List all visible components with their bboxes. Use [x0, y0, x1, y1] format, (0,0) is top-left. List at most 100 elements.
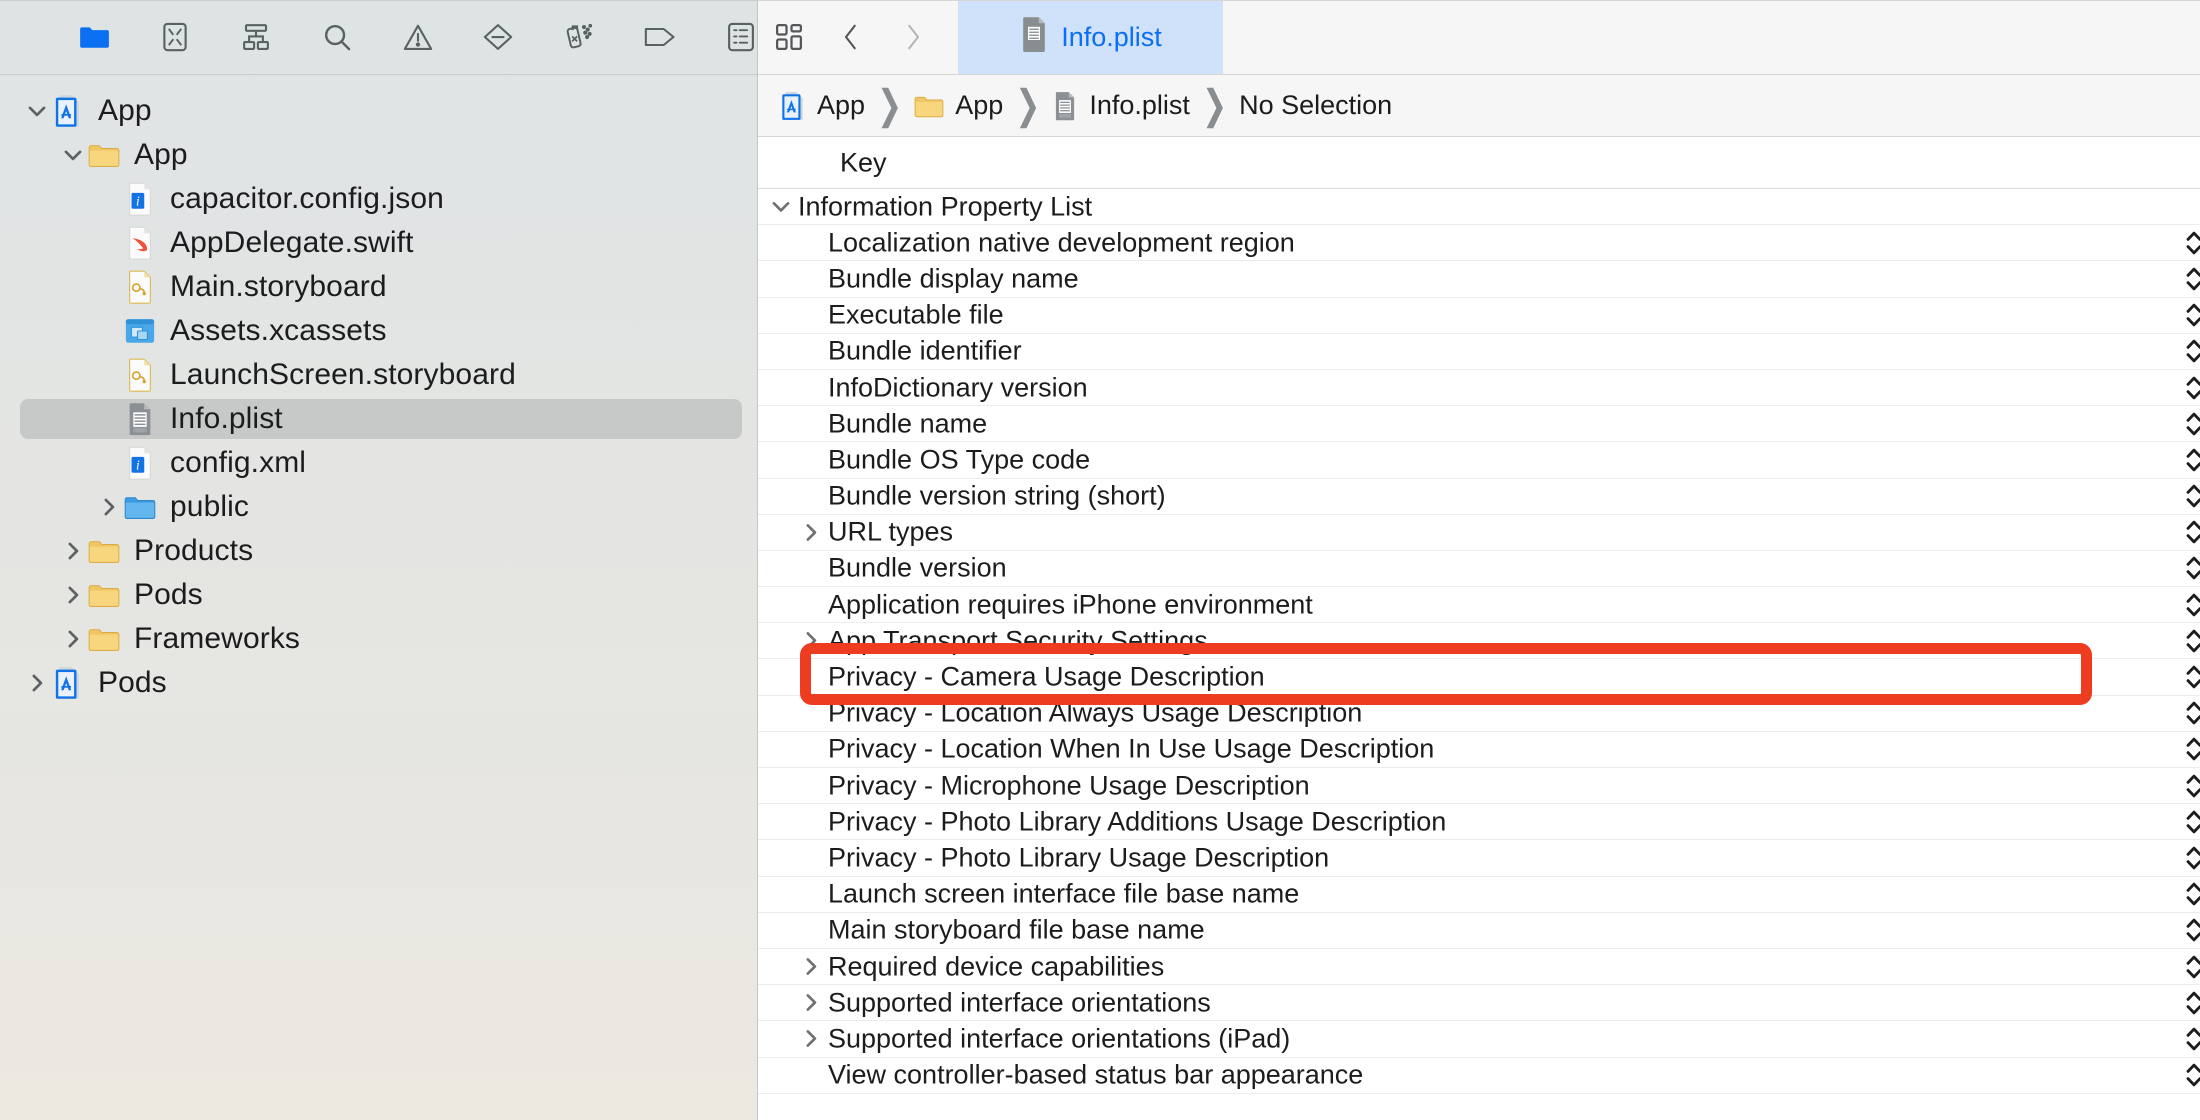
plist-row[interactable]: App Transport Security SettingsDictionar… [758, 623, 2200, 660]
plist-row[interactable]: Supported interface orientationsArray(3 … [758, 985, 2200, 1022]
plist-row[interactable]: URL typesArray(1 item) [758, 514, 2200, 551]
tree-item-assets-xcassets[interactable]: Assets.xcassets [0, 309, 757, 353]
plist-key-cell[interactable]: Bundle name [758, 408, 987, 439]
plist-row[interactable]: Launch screen interface file base nameSt… [758, 876, 2200, 913]
type-stepper-icon[interactable] [2183, 952, 2200, 982]
project-navigator-icon[interactable] [78, 20, 111, 54]
type-stepper-icon[interactable] [2183, 373, 2200, 403]
type-stepper-icon[interactable] [2183, 626, 2200, 656]
chevron-down-icon[interactable] [58, 140, 88, 170]
plist-row[interactable]: Main storyboard file base nameStringMain [758, 912, 2200, 949]
plist-row[interactable]: Bundle version string (short)String1.0 [758, 478, 2200, 515]
plist-row[interactable]: Application requires iPhone environmentB… [758, 587, 2200, 624]
breakpoint-navigator-icon[interactable] [643, 20, 676, 54]
tree-item-main-storyboard[interactable]: Main.storyboard [0, 265, 757, 309]
plist-row[interactable]: Privacy - Photo Library Additions Usage … [758, 804, 2200, 841]
plist-key-cell[interactable]: Information Property List [758, 191, 1092, 222]
plist-row[interactable]: Bundle versionString1 [758, 550, 2200, 588]
tree-item-app[interactable]: App [0, 89, 757, 133]
chevron-right-icon[interactable] [798, 992, 824, 1014]
plist-row[interactable]: Privacy - Camera Usage DescriptionString… [758, 659, 2200, 696]
plist-key-cell[interactable]: Privacy - Camera Usage Description [758, 662, 1265, 693]
plist-key-cell[interactable]: URL types [758, 517, 953, 548]
plist-key-cell[interactable]: Bundle identifier [758, 336, 1022, 367]
chevron-right-icon[interactable] [798, 956, 824, 978]
property-list-editor[interactable]: Key Type Value Information Property List… [758, 137, 2200, 1120]
plist-key-cell[interactable]: Bundle version string (short) [758, 481, 1166, 512]
editor-options-icon[interactable] [758, 0, 820, 74]
type-stepper-icon[interactable] [2183, 771, 2200, 801]
type-stepper-icon[interactable] [2183, 228, 2200, 258]
type-stepper-icon[interactable] [2183, 988, 2200, 1018]
plist-key-cell[interactable]: Localization native development region [758, 227, 1295, 258]
chevron-down-icon[interactable] [768, 196, 794, 218]
plist-key-cell[interactable]: Privacy - Photo Library Usage Descriptio… [758, 842, 1329, 873]
type-stepper-icon[interactable] [2183, 662, 2200, 692]
plist-key-cell[interactable]: Launch screen interface file base name [758, 879, 1299, 910]
type-stepper-icon[interactable] [2183, 300, 2200, 330]
plist-key-cell[interactable]: View controller-based status bar appeara… [758, 1060, 1363, 1091]
plist-row[interactable]: Bundle OS Type codeStringAPPL [758, 442, 2200, 479]
find-navigator-icon[interactable] [320, 20, 353, 54]
breadcrumb-item-no-selection[interactable]: No Selection [1239, 90, 1392, 121]
type-stepper-icon[interactable] [2183, 843, 2200, 873]
type-stepper-icon[interactable] [2183, 590, 2200, 620]
tree-item-launchscreen-storyboard[interactable]: LaunchScreen.storyboard [0, 353, 757, 397]
type-stepper-icon[interactable] [2183, 553, 2200, 583]
plist-row[interactable]: Localization native development regionSt… [758, 225, 2200, 262]
property-list-rows[interactable]: Information Property ListDictionary(24 i… [758, 189, 2200, 1094]
chevron-right-icon[interactable] [798, 630, 824, 652]
type-stepper-icon[interactable] [2183, 1060, 2200, 1090]
issue-navigator-icon[interactable] [401, 20, 434, 54]
report-navigator-icon[interactable] [724, 20, 757, 54]
plist-row[interactable]: Information Property ListDictionary(24 i… [758, 189, 2200, 226]
tree-item-capacitor-config-json[interactable]: i capacitor.config.json [0, 177, 757, 221]
type-stepper-icon[interactable] [2183, 879, 2200, 909]
plist-row[interactable]: Bundle display nameStringQrTest [758, 261, 2200, 298]
breadcrumb[interactable]: App ❯ App ❯ Info.plist ❯ No Selection [758, 75, 2200, 137]
type-stepper-icon[interactable] [2183, 734, 2200, 764]
tree-item-pods[interactable]: Pods [0, 573, 757, 617]
plist-key-cell[interactable]: Supported interface orientations (iPad) [758, 1023, 1290, 1054]
tree-item-pods[interactable]: Pods [0, 661, 757, 705]
chevron-right-icon[interactable] [798, 1028, 824, 1050]
plist-row[interactable]: Required device capabilitiesArray(1 item… [758, 948, 2200, 986]
debug-navigator-icon[interactable] [563, 20, 596, 54]
column-header-key[interactable]: Key [840, 147, 887, 178]
tree-item-frameworks[interactable]: Frameworks [0, 617, 757, 661]
type-stepper-icon[interactable] [2183, 264, 2200, 294]
plist-key-cell[interactable]: Privacy - Microphone Usage Description [758, 770, 1310, 801]
test-navigator-icon[interactable] [482, 20, 515, 54]
type-stepper-icon[interactable] [2183, 807, 2200, 837]
chevron-right-icon[interactable] [798, 521, 824, 543]
plist-key-cell[interactable]: Supported interface orientations [758, 987, 1211, 1018]
project-file-tree[interactable]: App App i capacitor.config.json AppDelegate.… [0, 75, 757, 705]
plist-key-cell[interactable]: Bundle display name [758, 263, 1079, 294]
plist-row[interactable]: InfoDictionary versionString6.0 [758, 369, 2200, 407]
plist-row[interactable]: Executable fileString$(EXECUTABLE_NAME) [758, 297, 2200, 334]
type-stepper-icon[interactable] [2183, 698, 2200, 728]
tree-item-public[interactable]: public [0, 485, 757, 529]
plist-key-cell[interactable]: InfoDictionary version [758, 372, 1088, 403]
tree-item-appdelegate-swift[interactable]: AppDelegate.swift [0, 221, 757, 265]
plist-key-cell[interactable]: App Transport Security Settings [758, 625, 1208, 656]
chevron-right-icon[interactable] [22, 668, 52, 698]
breadcrumb-item-app[interactable]: App [780, 90, 865, 121]
type-stepper-icon[interactable] [2183, 409, 2200, 439]
plist-key-cell[interactable]: Privacy - Location When In Use Usage Des… [758, 734, 1434, 765]
type-stepper-icon[interactable] [2183, 336, 2200, 366]
chevron-right-icon[interactable] [58, 624, 88, 654]
plist-key-cell[interactable]: Main storyboard file base name [758, 915, 1205, 946]
breadcrumb-item-info-plist[interactable]: Info.plist [1052, 90, 1190, 121]
plist-row[interactable]: Bundle nameString$(PRODUCT_NAME) [758, 406, 2200, 443]
navigate-forward-icon[interactable] [882, 0, 944, 74]
tree-item-products[interactable]: Products [0, 529, 757, 573]
plist-key-cell[interactable]: Bundle version [758, 553, 1007, 584]
plist-key-cell[interactable]: Privacy - Location Always Usage Descript… [758, 698, 1362, 729]
tree-item-app[interactable]: App [0, 133, 757, 177]
type-stepper-icon[interactable] [2183, 1024, 2200, 1054]
tree-item-config-xml[interactable]: i config.xml [0, 441, 757, 485]
breadcrumb-item-app[interactable]: App [914, 90, 1003, 121]
navigate-back-icon[interactable] [820, 0, 882, 74]
plist-row[interactable]: View controller-based status bar appeara… [758, 1057, 2200, 1094]
